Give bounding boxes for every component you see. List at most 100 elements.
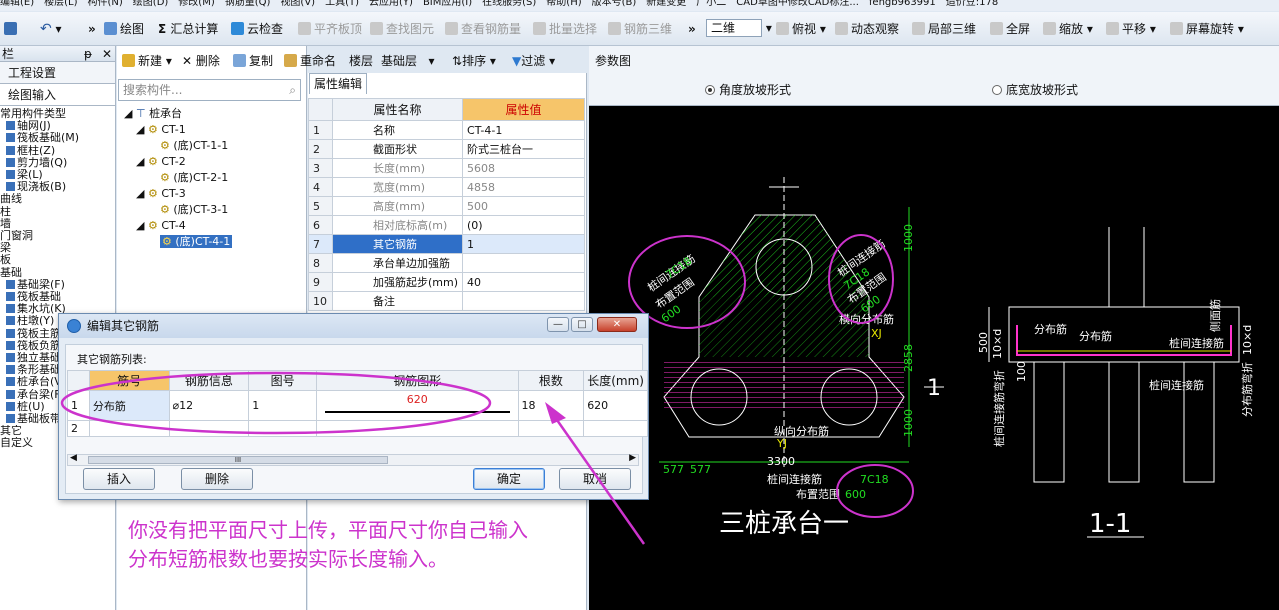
scroll-thumb[interactable]: III [88, 456, 388, 464]
align-top-button[interactable]: 平齐板顶 [298, 20, 362, 38]
menu-item[interactable]: 在线服务(S) [482, 0, 536, 8]
menu-item[interactable]: 工具(T) [325, 0, 359, 8]
top-view-button[interactable]: 俯视 ▾ [776, 20, 826, 38]
tree-leaf[interactable]: ⚙ (底)CT-3-1 [124, 202, 232, 218]
table-row[interactable]: 3 长度(mm) 5608 [308, 158, 586, 178]
tree-leaf[interactable]: ⚙ (底)CT-1-1 [124, 138, 232, 154]
menu-item[interactable]: 编辑(E) [0, 0, 34, 8]
local-3d-button[interactable]: 局部三维 [912, 20, 976, 38]
cell-rebar-info[interactable]: ⌀12 [168, 390, 250, 421]
collapse-icon[interactable]: ◢ [136, 155, 148, 168]
tree-item[interactable]: 框柱(Z) [0, 145, 115, 157]
dialog-titlebar[interactable]: 编辑其它钢筋 — □ ✕ [59, 314, 648, 338]
batch-select-button[interactable]: 批量选择 [533, 20, 597, 38]
dynamic-view-button[interactable]: 动态观察 [835, 20, 899, 38]
minimize-icon[interactable]: — [547, 317, 569, 332]
tree-item[interactable]: 现浇板(B) [0, 181, 115, 193]
maximize-icon[interactable]: □ [571, 317, 593, 332]
tree-leaf[interactable]: ⚙ (底)CT-4-1 [124, 234, 233, 250]
table-row[interactable]: 5 高度(mm) 500 [308, 196, 586, 216]
fullscreen-button[interactable]: 全屏 [990, 20, 1030, 38]
tab-property-edit[interactable]: 属性编辑 [309, 73, 367, 94]
radio-angle-slope[interactable]: 角度放坡形式 [705, 81, 791, 98]
collapse-icon[interactable]: ◢ [136, 187, 148, 200]
tree-node[interactable]: ◢ ⚙ CT-3 [124, 186, 232, 202]
menu-item[interactable]: 云应用(Y) [369, 0, 413, 8]
tree-item[interactable]: 曲线 [0, 193, 115, 205]
property-value-cell[interactable]: 4858 [462, 177, 586, 197]
rename-button[interactable]: 重命名 [284, 52, 336, 69]
floor-select[interactable]: 基础层 ▾ [381, 52, 434, 69]
property-value-cell[interactable]: 5608 [462, 158, 586, 178]
table-row[interactable]: 1 名称 CT-4-1 [308, 120, 586, 140]
tree-leaf[interactable]: ⚙ (底)CT-2-1 [124, 170, 232, 186]
menu-item[interactable]: 新建变更 [646, 0, 686, 8]
menu-item[interactable]: 广小二 [696, 0, 726, 8]
find-element-button[interactable]: 查找图元 [370, 20, 434, 38]
search-input[interactable]: 搜索构件... ⌕ [118, 79, 301, 101]
close-icon[interactable]: ✕ [597, 317, 637, 332]
table-row[interactable]: 6 相对底标高(m) (0) [308, 215, 586, 235]
table-row[interactable]: 4 宽度(mm) 4858 [308, 177, 586, 197]
tree-root[interactable]: ◢ ⊤ 桩承台 [124, 106, 232, 122]
cell-fig-no[interactable]: 1 [248, 390, 317, 421]
draw-input-button[interactable]: 绘图输入 [0, 84, 115, 106]
tree-item[interactable]: 墙 [0, 218, 115, 230]
pin-icon[interactable]: ᵽ [84, 46, 92, 62]
menu-item[interactable]: 楼层(L) [44, 0, 77, 8]
search-icon[interactable]: ⌕ [289, 80, 296, 100]
zoom-button[interactable]: 缩放 ▾ [1043, 20, 1093, 38]
cell-rebar-shape[interactable]: 620 [315, 390, 519, 421]
table-row[interactable]: 8 承台单边加强筋 [308, 253, 586, 273]
table-row[interactable]: 7 其它钢筋 1 [308, 234, 586, 254]
menu-item[interactable]: 构件(N) [88, 0, 123, 8]
menu-item[interactable]: 绘图(D) [133, 0, 169, 8]
undo-icon[interactable]: ↶ ▾ [40, 20, 62, 38]
table-row[interactable]: 1 分布筋 ⌀12 1 620 18 620 [67, 390, 648, 421]
table-row[interactable]: 2 [67, 420, 648, 437]
cell-length[interactable]: 620 [583, 390, 648, 421]
tree-item[interactable]: 轴网(J) [0, 120, 115, 132]
cell-bar-name[interactable]: 分布筋 [88, 390, 170, 421]
property-value-cell[interactable] [462, 253, 586, 273]
ok-button[interactable]: 确定 [473, 468, 545, 490]
menu-item[interactable]: 钢筋量(Q) [225, 0, 271, 8]
insert-button[interactable]: 插入 [83, 468, 155, 490]
property-value-cell[interactable]: 1 [462, 234, 586, 254]
project-settings-button[interactable]: 工程设置 [0, 62, 115, 84]
tree-item[interactable]: 梁 [0, 242, 115, 254]
menu-item[interactable]: 造价豆:178 [946, 0, 998, 8]
collapse-icon[interactable]: ◢ [136, 123, 148, 136]
menu-item[interactable]: 修改(M) [178, 0, 214, 8]
property-value-cell[interactable]: (0) [462, 215, 586, 235]
tree-node[interactable]: ◢ ⚙ CT-1 [124, 122, 232, 138]
collapse-icon[interactable]: ◢ [124, 107, 136, 120]
rotate-button[interactable]: 屏幕旋转 ▾ [1170, 20, 1244, 38]
tree-item[interactable]: 筏板基础(M) [0, 132, 115, 144]
tree-item[interactable]: 筏板基础 [0, 291, 115, 303]
more-chevron-icon[interactable]: » [688, 20, 696, 38]
save-icon[interactable] [4, 20, 20, 38]
cloud-check-button[interactable]: 云检查 [231, 20, 283, 38]
sort-button[interactable]: ⇅排序 ▾ [452, 52, 496, 69]
menu-item[interactable]: 视图(V) [280, 0, 315, 8]
radio-width-slope[interactable]: 底宽放坡形式 [992, 81, 1078, 98]
property-value-cell[interactable]: CT-4-1 [462, 120, 586, 140]
view-mode-select[interactable]: 二维 ▾ [706, 19, 772, 37]
property-value-cell[interactable]: 阶式三桩台一 [462, 139, 586, 159]
tree-item[interactable]: 基础梁(F) [0, 279, 115, 291]
menu-bar[interactable]: 编辑(E) 楼层(L) 构件(N) 绘图(D) 修改(M) 钢筋量(Q) 视图(V) 工具(T… [0, 0, 1279, 11]
menu-item[interactable]: CAD草图中修改CAD标注... [736, 0, 859, 8]
property-value-cell[interactable] [462, 291, 586, 311]
property-value-cell[interactable]: 40 [462, 272, 586, 292]
table-row[interactable]: 2 截面形状 阶式三桩台一 [308, 139, 586, 159]
table-row[interactable]: 10 备注 [308, 291, 586, 311]
scroll-left-icon[interactable]: ◀ [70, 453, 77, 463]
tree-item[interactable]: 柱 [0, 206, 115, 218]
menu-item[interactable]: 版本号(B) [592, 0, 637, 8]
delete-button[interactable]: ✕ 删除 [182, 52, 220, 69]
tree-item[interactable]: 板 [0, 254, 115, 266]
menu-item[interactable]: BIM应用(I) [423, 0, 472, 8]
table-row[interactable]: 9 加强筋起步(mm) 40 [308, 272, 586, 292]
collapse-icon[interactable]: ◢ [136, 219, 148, 232]
